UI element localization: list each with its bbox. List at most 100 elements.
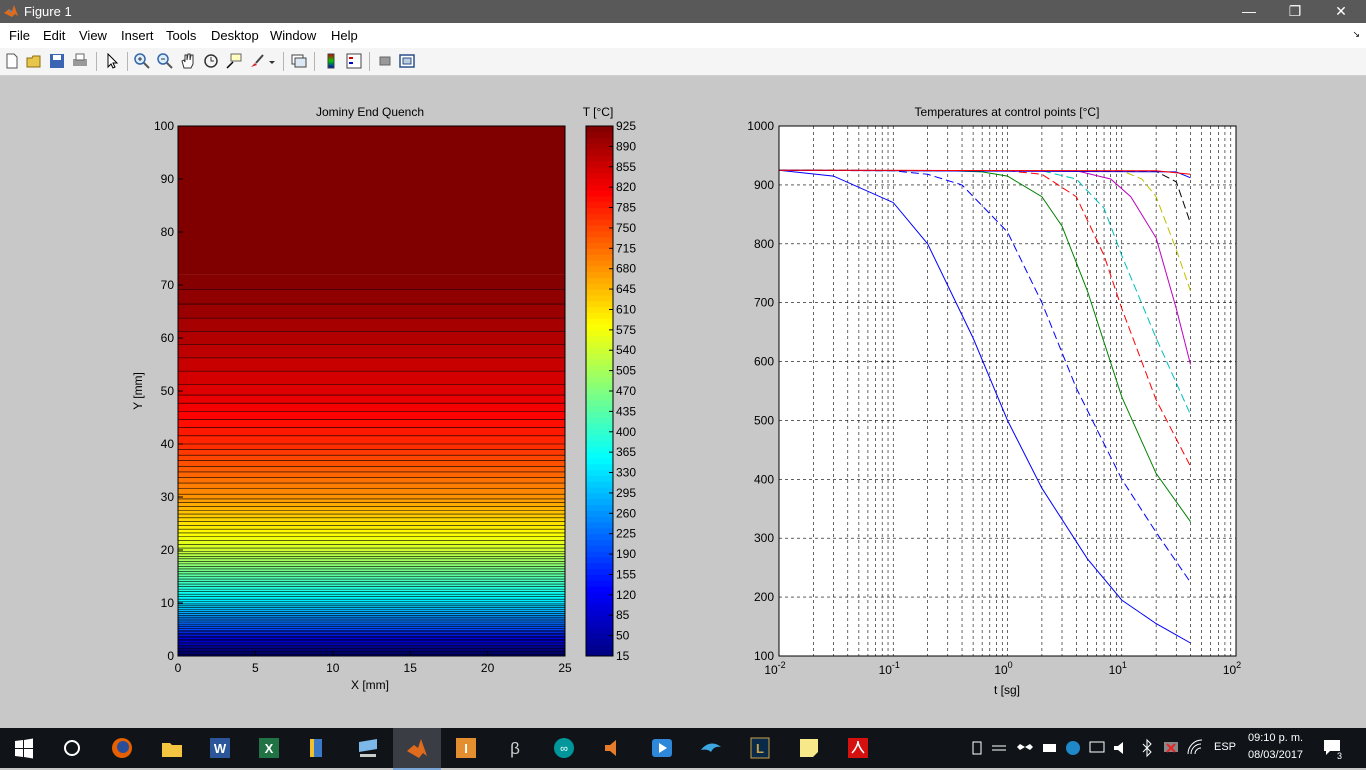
battery-tray-icon[interactable] bbox=[1041, 736, 1059, 760]
colorbar-segment bbox=[586, 481, 613, 488]
colorbar-segment bbox=[586, 201, 613, 209]
colorbar-segment bbox=[586, 178, 613, 185]
speaker-app-icon[interactable] bbox=[601, 736, 625, 760]
colorbar-segment bbox=[586, 580, 613, 587]
restore-button[interactable]: ❐ bbox=[1272, 0, 1318, 23]
minimize-button[interactable]: — bbox=[1226, 0, 1272, 23]
colorbar-segment bbox=[586, 166, 613, 174]
brush-dropdown-icon[interactable] bbox=[266, 52, 278, 70]
colorbar-segment bbox=[586, 137, 613, 144]
heatmap-bands bbox=[178, 126, 565, 656]
menu-insert[interactable]: Insert bbox=[121, 28, 154, 43]
line-chart-xlabel: t [sg] bbox=[994, 683, 1020, 697]
menu-file[interactable]: File bbox=[9, 28, 30, 43]
line-chart-y-tick-label: 300 bbox=[754, 531, 774, 545]
sticky-notes-icon[interactable] bbox=[797, 736, 821, 760]
window-title-bar[interactable]: Figure 1 — ❐ ✕ bbox=[0, 0, 1366, 23]
arduino-icon[interactable]: ∞ bbox=[552, 736, 576, 760]
heatmap-band bbox=[178, 594, 565, 597]
print-icon[interactable] bbox=[71, 52, 89, 70]
windows-start-icon[interactable] bbox=[12, 736, 36, 760]
excel-icon[interactable]: X bbox=[257, 736, 281, 760]
heatmap-band bbox=[178, 573, 565, 577]
link-plot-icon[interactable] bbox=[290, 52, 308, 70]
colorbar-segment bbox=[586, 195, 613, 203]
zoom-in-icon[interactable] bbox=[133, 52, 151, 70]
pi-icon[interactable]: β bbox=[503, 736, 527, 760]
language-indicator[interactable]: ESP bbox=[1214, 741, 1236, 753]
heatmap-x-tick-label: 5 bbox=[252, 661, 259, 675]
league-icon[interactable]: L bbox=[748, 736, 772, 760]
computer-icon[interactable] bbox=[356, 736, 380, 760]
heatmap-band bbox=[178, 601, 565, 604]
colorbar-segment bbox=[586, 376, 613, 383]
brush-icon[interactable] bbox=[248, 52, 266, 70]
close-button[interactable]: ✕ bbox=[1318, 0, 1364, 23]
dolphin-icon[interactable] bbox=[699, 736, 723, 760]
volume-tray-icon[interactable] bbox=[1112, 736, 1130, 760]
colorbar-segment bbox=[586, 207, 613, 214]
matlab-icon[interactable] bbox=[405, 736, 429, 760]
notification-count-badge: 3 bbox=[1337, 751, 1343, 761]
zoom-out-icon[interactable] bbox=[156, 52, 174, 70]
clock-date[interactable]: 08/03/2017 bbox=[1248, 749, 1303, 761]
colorbar-segment bbox=[586, 236, 613, 243]
legend-icon[interactable] bbox=[345, 52, 363, 70]
network-share-tray-icon[interactable] bbox=[990, 736, 1008, 760]
folder-icon[interactable] bbox=[306, 736, 330, 760]
colorbar-tick-label: 15 bbox=[616, 649, 630, 663]
colorbar-segment bbox=[586, 271, 613, 278]
heatmap-band bbox=[178, 584, 565, 587]
menu-desktop[interactable]: Desktop bbox=[211, 28, 259, 43]
hide-plot-tools-icon[interactable] bbox=[376, 52, 394, 70]
inventor-icon[interactable]: I bbox=[454, 736, 478, 760]
dock-arrow-icon[interactable]: ↘ bbox=[1352, 29, 1360, 40]
network-error-tray-icon[interactable] bbox=[1162, 736, 1180, 760]
heatmap-x-tick-label: 0 bbox=[175, 661, 182, 675]
dropbox-tray-icon[interactable] bbox=[1016, 736, 1034, 760]
usb-tray-icon[interactable] bbox=[968, 736, 986, 760]
heatmap-band bbox=[178, 517, 565, 522]
rotate-3d-icon[interactable] bbox=[202, 52, 220, 70]
bluetooth-tray-icon[interactable] bbox=[1138, 736, 1156, 760]
media-player-icon[interactable] bbox=[650, 736, 674, 760]
clock-time[interactable]: 09:10 p. m. bbox=[1248, 732, 1303, 744]
menu-view[interactable]: View bbox=[79, 28, 107, 43]
cortana-circle-icon[interactable] bbox=[60, 736, 84, 760]
acrobat-icon[interactable] bbox=[846, 736, 870, 760]
wifi-tray-icon[interactable] bbox=[1186, 736, 1204, 760]
colorbar-tick-label: 610 bbox=[616, 302, 636, 316]
pan-hand-icon[interactable] bbox=[179, 52, 197, 70]
line-chart-y-tick-label: 1000 bbox=[747, 119, 774, 133]
save-icon[interactable] bbox=[48, 52, 66, 70]
firefox-icon[interactable] bbox=[110, 736, 134, 760]
status-tray-icon[interactable] bbox=[1064, 736, 1082, 760]
colorbar-segment bbox=[586, 324, 613, 331]
colorbar-segment bbox=[586, 434, 613, 442]
data-cursor-icon[interactable] bbox=[225, 52, 243, 70]
menu-help[interactable]: Help bbox=[331, 28, 358, 43]
show-plot-tools-icon[interactable] bbox=[398, 52, 416, 70]
heatmap-band bbox=[178, 540, 565, 545]
menu-edit[interactable]: Edit bbox=[43, 28, 65, 43]
heatmap-band bbox=[178, 589, 565, 592]
word-icon[interactable]: W bbox=[208, 736, 232, 760]
display-tray-icon[interactable] bbox=[1088, 736, 1106, 760]
new-figure-icon[interactable] bbox=[3, 52, 21, 70]
heatmap-band bbox=[178, 344, 565, 358]
menu-window[interactable]: Window bbox=[270, 28, 316, 43]
colorbar-segment bbox=[586, 492, 613, 500]
colorbar-tick-label: 400 bbox=[616, 425, 636, 439]
heatmap-band bbox=[178, 419, 565, 428]
colorbar-icon[interactable] bbox=[322, 52, 340, 70]
colorbar-segment bbox=[586, 626, 613, 634]
colorbar-segment bbox=[586, 469, 613, 476]
select-arrow-icon[interactable] bbox=[103, 52, 121, 70]
heatmap-band bbox=[178, 403, 565, 412]
colorbar-segment bbox=[586, 347, 613, 354]
line-chart-y-tick-label: 800 bbox=[754, 237, 774, 251]
menu-tools[interactable]: Tools bbox=[166, 28, 196, 43]
colorbar-segment bbox=[586, 300, 613, 308]
file-explorer-icon[interactable] bbox=[160, 736, 184, 760]
open-file-icon[interactable] bbox=[25, 52, 43, 70]
